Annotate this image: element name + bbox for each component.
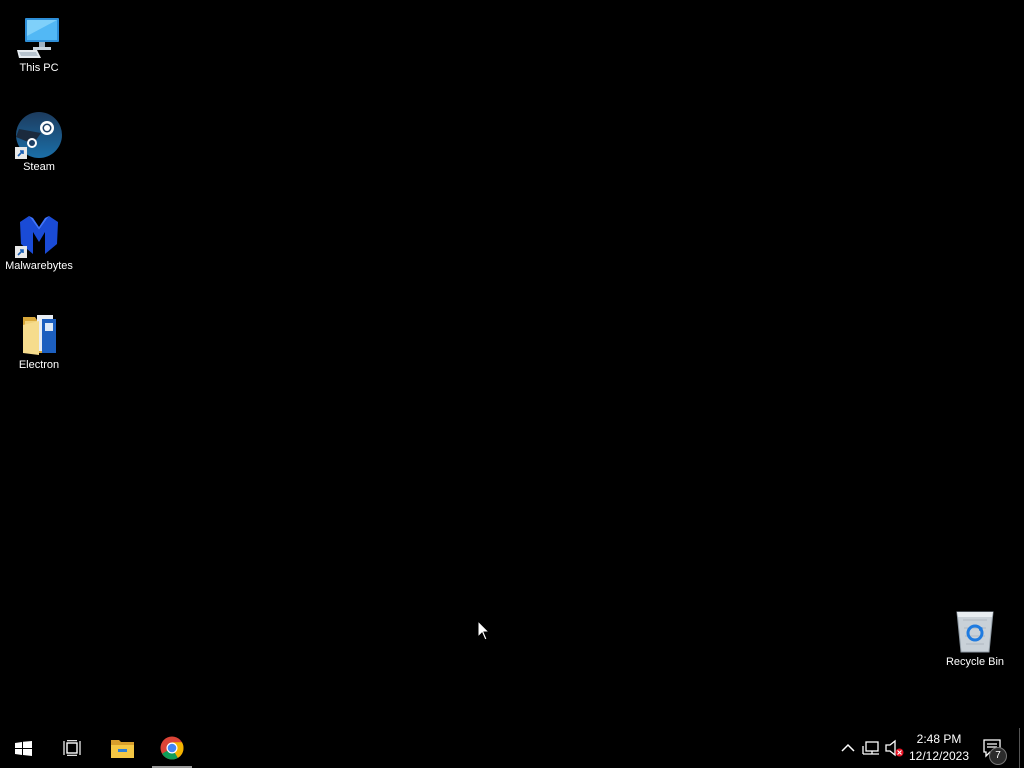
volume-muted-icon[interactable] (884, 738, 904, 758)
recycle-bin-icon (956, 611, 994, 653)
desktop-icon-label: Electron (18, 359, 60, 371)
desktop-icon-label: Steam (23, 161, 55, 173)
chrome-icon (160, 736, 184, 760)
taskbar-clock[interactable]: 2:48 PM 12/12/2023 (904, 728, 974, 768)
clock-time: 2:48 PM (916, 732, 962, 746)
show-hidden-icons-chevron-icon[interactable] (838, 738, 858, 758)
notification-count-badge: 7 (989, 747, 1007, 765)
task-view-button[interactable] (48, 728, 96, 768)
windows-start-icon (15, 741, 32, 756)
network-icon[interactable] (861, 738, 881, 758)
clock-date: 12/12/2023 (908, 749, 970, 763)
desktop-icon-malwarebytes[interactable]: Malwarebytes (0, 202, 78, 298)
desktop-icon-label: Recycle Bin (945, 656, 1005, 668)
file-explorer-icon (111, 740, 134, 758)
malwarebytes-icon (15, 216, 58, 258)
steam-icon (15, 112, 62, 159)
mouse-cursor-icon (477, 620, 491, 641)
desktop-icon-label: Malwarebytes (5, 260, 73, 272)
desktop-icon-electron[interactable]: Electron (0, 301, 78, 397)
taskbar-file-explorer[interactable] (98, 728, 146, 768)
computer-icon (17, 18, 59, 58)
desktop-icon-this-pc[interactable]: This PC (0, 4, 78, 100)
show-desktop-button[interactable] (1019, 728, 1024, 768)
desktop[interactable]: This PC Steam Malwarebytes Electron Recy… (0, 0, 1024, 728)
desktop-icon-recycle-bin[interactable]: Recycle Bin (936, 598, 1014, 694)
taskbar: 2:48 PM 12/12/2023 (0, 728, 1024, 768)
folder-icon (23, 315, 56, 355)
desktop-icon-steam[interactable]: Steam (0, 103, 78, 199)
start-button[interactable] (0, 728, 48, 768)
taskbar-chrome[interactable] (150, 728, 198, 768)
task-view-icon (63, 740, 81, 756)
desktop-icon-label: This PC (19, 62, 59, 74)
